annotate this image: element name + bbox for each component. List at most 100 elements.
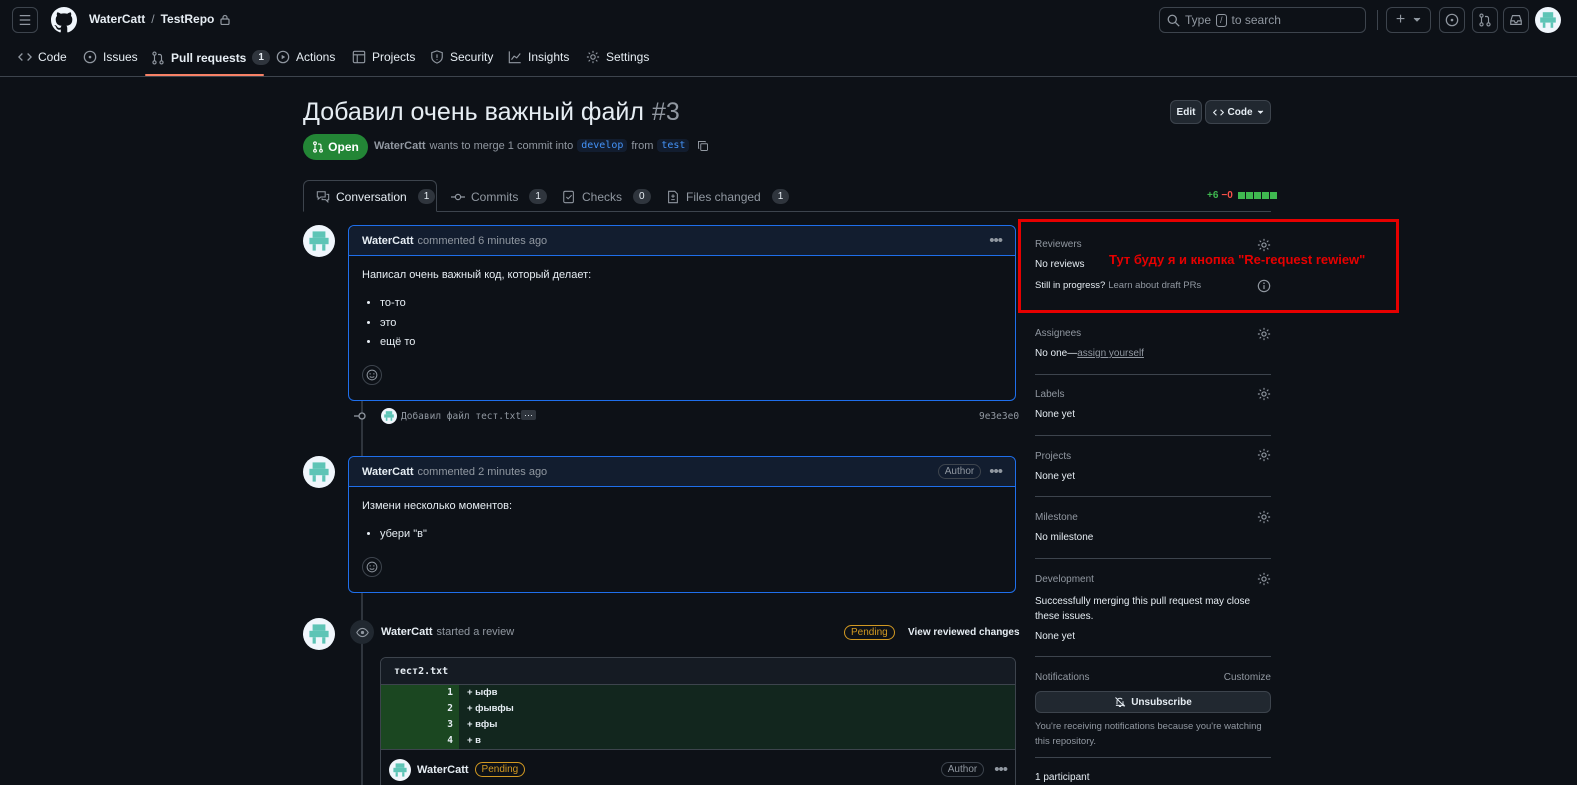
menu-button[interactable] xyxy=(12,7,38,33)
avatar[interactable] xyxy=(303,618,335,650)
line-number[interactable]: 1 xyxy=(381,685,459,701)
sidebar-projects: Projects None yet xyxy=(1035,451,1271,482)
breadcrumb-repo[interactable]: TestRepo xyxy=(161,12,215,26)
nav-settings[interactable]: Settings xyxy=(586,50,649,64)
commit-message[interactable]: Добавил файл тест.txt xyxy=(401,411,521,422)
line-number[interactable]: 3 xyxy=(381,717,459,733)
edit-button[interactable]: Edit xyxy=(1170,100,1202,124)
comment-time[interactable]: commented 6 minutes ago xyxy=(418,235,548,247)
assignees-title[interactable]: Assignees xyxy=(1035,328,1271,339)
lock-icon xyxy=(220,14,230,25)
tab-checks-count: 0 xyxy=(633,189,651,204)
breadcrumb-owner[interactable]: WaterCatt xyxy=(89,12,145,26)
inbox-button[interactable] xyxy=(1503,7,1529,33)
comment-card: WaterCatt commented 6 minutes ago ••• На… xyxy=(348,225,1016,401)
review-comment-author[interactable]: WaterCatt xyxy=(417,764,469,776)
divider xyxy=(1035,496,1271,497)
sidebar-notifications: Notifications Customize Unsubscribe You'… xyxy=(1035,672,1271,749)
kebab-menu-icon[interactable]: ••• xyxy=(994,761,1008,778)
customize-link[interactable]: Customize xyxy=(1224,672,1271,683)
search-input[interactable]: Type / to search xyxy=(1159,7,1366,33)
commit-avatar[interactable] xyxy=(381,408,397,424)
issue-opened-icon xyxy=(1445,13,1459,27)
kebab-menu-icon[interactable]: ••• xyxy=(989,463,1003,480)
pull-requests-button[interactable] xyxy=(1472,7,1498,33)
tab-files-changed[interactable]: Files changed 1 xyxy=(666,189,790,204)
git-commit-icon xyxy=(354,412,366,420)
avatar[interactable] xyxy=(303,225,335,257)
tab-checks[interactable]: Checks 0 xyxy=(562,189,651,204)
gear-icon[interactable] xyxy=(1257,448,1271,462)
code-icon xyxy=(1212,108,1224,116)
annotation-text: Тут буду я и кнопка "Re-request rewiew" xyxy=(1109,252,1366,267)
issues-button[interactable] xyxy=(1439,7,1465,33)
identicon-icon xyxy=(384,411,394,421)
gear-icon[interactable] xyxy=(1257,387,1271,401)
unsubscribe-button[interactable]: Unsubscribe xyxy=(1035,691,1271,713)
issue-opened-icon xyxy=(83,50,97,64)
line-code: + вфы xyxy=(459,717,1015,733)
nav-code[interactable]: Code xyxy=(18,50,67,64)
diff-line: 1 + ыфв xyxy=(381,685,1015,701)
pr-author[interactable]: WaterCatt xyxy=(374,140,426,152)
line-number[interactable]: 2 xyxy=(381,701,459,717)
nav-security[interactable]: Security xyxy=(430,50,493,64)
user-avatar[interactable] xyxy=(1535,7,1561,33)
comment-text: Написал очень важный код, который делает… xyxy=(362,269,592,281)
nav-pull-requests[interactable]: Pull requests 1 xyxy=(151,50,270,65)
copy-icon[interactable] xyxy=(697,140,709,152)
nav-actions[interactable]: Actions xyxy=(276,50,335,64)
commit-expand-button[interactable]: ··· xyxy=(521,410,536,420)
nav-projects-label: Projects xyxy=(372,50,416,64)
assign-yourself-link[interactable]: assign yourself xyxy=(1077,348,1144,359)
checklist-icon xyxy=(563,190,574,203)
nav-projects[interactable]: Projects xyxy=(352,50,415,64)
file-name[interactable]: тест2.txt xyxy=(394,666,448,677)
github-logo[interactable] xyxy=(51,7,77,33)
tab-conversation[interactable]: Conversation 1 xyxy=(316,189,436,204)
from-text: from xyxy=(631,139,654,152)
repo-nav: Code Issues Pull requests 1 Actions Proj… xyxy=(0,40,1577,77)
comment-author[interactable]: WaterCatt xyxy=(362,466,414,478)
nav-insights[interactable]: Insights xyxy=(508,50,569,64)
create-new-button[interactable]: + xyxy=(1386,7,1431,33)
gear-icon[interactable] xyxy=(1257,572,1271,586)
head-branch[interactable]: test xyxy=(657,139,690,152)
inbox-icon xyxy=(1510,15,1522,25)
comment-list: убери "в" xyxy=(380,525,1002,545)
avatar[interactable] xyxy=(389,758,411,781)
list-item: убери "в" xyxy=(380,525,1002,545)
avatar[interactable] xyxy=(303,456,335,488)
commit-sha[interactable]: 9e3e3e0 xyxy=(979,411,1019,422)
base-branch[interactable]: develop xyxy=(577,139,628,152)
edit-button-label: Edit xyxy=(1176,106,1196,118)
development-title[interactable]: Development xyxy=(1035,574,1271,585)
milestone-title[interactable]: Milestone xyxy=(1035,512,1271,523)
diff-line: 4 + в xyxy=(381,733,1015,749)
reaction-button[interactable] xyxy=(362,556,382,577)
view-reviewed-changes-button[interactable]: View reviewed changes xyxy=(908,627,1020,638)
review-author[interactable]: WaterCatt xyxy=(381,626,433,638)
development-text: Successfully merging this pull request m… xyxy=(1035,596,1251,622)
identicon-icon xyxy=(309,624,329,644)
labels-value: None yet xyxy=(1035,409,1076,420)
comment-text: Измени несколько моментов: xyxy=(362,500,513,512)
nav-issues[interactable]: Issues xyxy=(83,50,138,64)
nav-active-underline xyxy=(145,74,264,76)
notifications-title: Notifications xyxy=(1035,672,1090,683)
tab-conversation-count: 1 xyxy=(417,189,436,204)
gear-icon[interactable] xyxy=(1257,327,1271,341)
labels-title[interactable]: Labels xyxy=(1035,389,1271,400)
projects-title[interactable]: Projects xyxy=(1035,451,1271,462)
reaction-button[interactable] xyxy=(362,364,382,385)
comment-discussion-icon xyxy=(316,190,330,203)
gear-icon[interactable] xyxy=(1257,510,1271,524)
kebab-menu-icon[interactable]: ••• xyxy=(989,232,1003,249)
code-dropdown-button[interactable]: Code xyxy=(1205,100,1271,124)
line-number[interactable]: 4 xyxy=(381,733,459,749)
comment-time[interactable]: commented 2 minutes ago xyxy=(418,466,548,478)
comment-author[interactable]: WaterCatt xyxy=(362,235,414,247)
page-title: Добавил очень важный файл #3 xyxy=(303,98,680,127)
author-badge: Author xyxy=(940,762,985,777)
tab-commits[interactable]: Commits 1 xyxy=(451,189,547,204)
